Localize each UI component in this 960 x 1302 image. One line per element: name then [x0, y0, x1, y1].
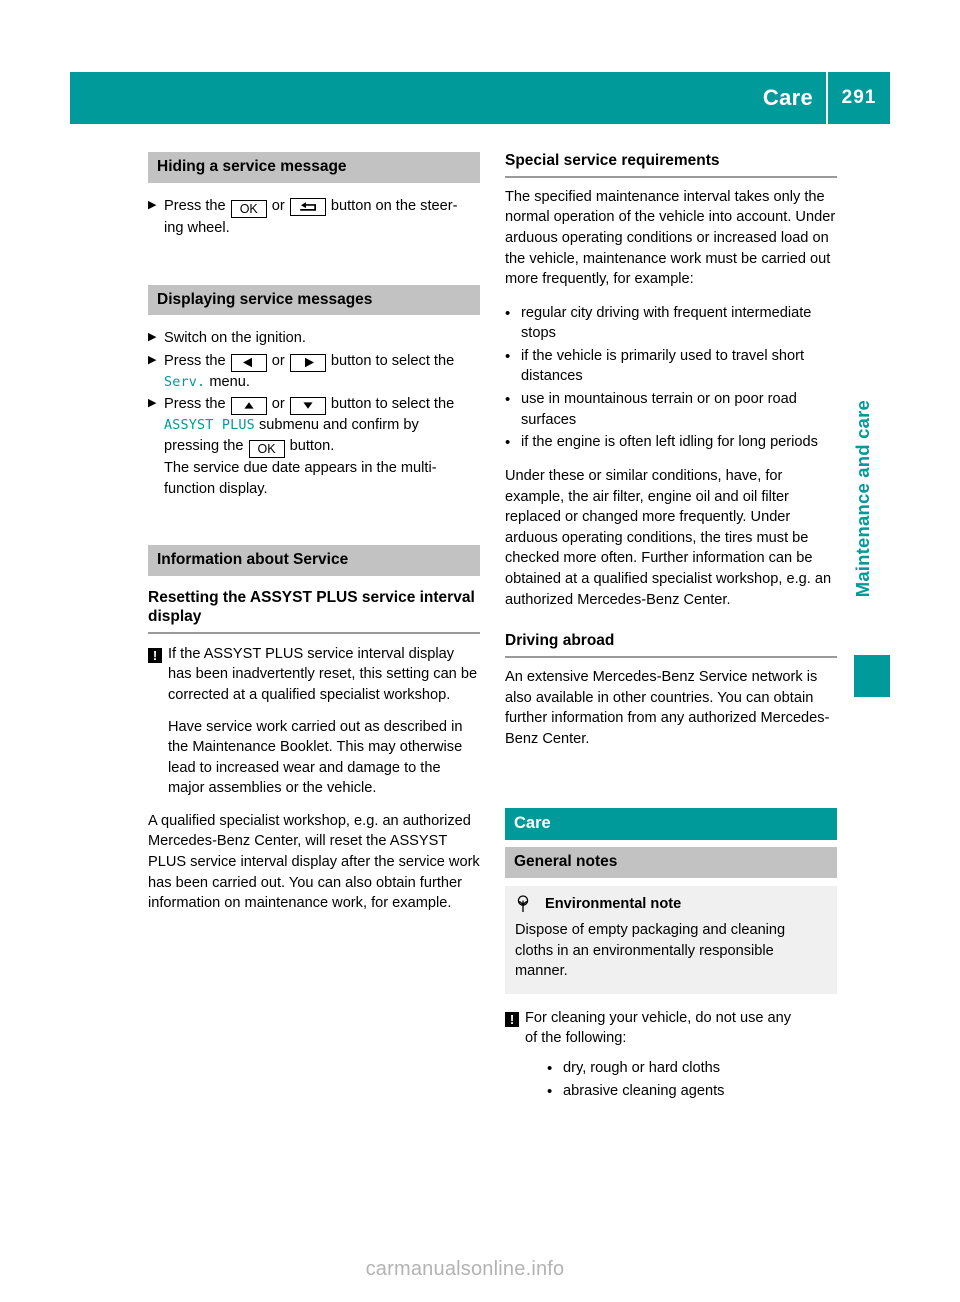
step-hide-service-message: ▶ Press the OK or button on the steer- i…: [148, 196, 480, 239]
step-select-serv-menu: ▶ Press the or button to select the Serv…: [148, 351, 480, 392]
heading-special-service-requirements: Special service requirements: [505, 152, 837, 178]
step-select-assyst-plus-submenu: ▶ Press the or button to select the ASSY…: [148, 394, 480, 499]
heading-care: Care: [505, 808, 837, 841]
side-tab-maintenance-and-care: Maintenance and care: [852, 400, 892, 602]
mfd-menu-serv: Serv.: [164, 374, 206, 390]
warning-body: For cleaning your vehicle, do not use an…: [525, 1008, 837, 1104]
environmental-note-header: Environmental note: [515, 895, 827, 913]
left-text-column: Hiding a service message ▶ Press the OK …: [148, 152, 480, 927]
list-item: • regular city driving with frequent int…: [505, 303, 837, 344]
arrow-left-icon: [230, 353, 267, 372]
warning-line-1: For cleaning your vehicle, do not use an…: [525, 1009, 792, 1026]
step-switch-on-ignition: ▶ Switch on the ignition.: [148, 328, 480, 349]
environmental-note-body: Dispose of empty packaging and cleaning …: [515, 922, 786, 980]
step-bullet-icon: ▶: [148, 354, 157, 366]
side-tab-color-swatch: [854, 655, 890, 697]
list-item: • use in mountainous terrain or on poor …: [505, 389, 837, 430]
right-text-column: Special service requirements The specifi…: [505, 152, 837, 1116]
paragraph-special-outro: Under these or similar conditions, have,…: [505, 468, 832, 608]
list-item-label: regular city driving with frequent inter…: [521, 304, 812, 342]
step-text-post2: ing wheel.: [164, 220, 230, 237]
step-text-pre: Press the: [164, 396, 226, 413]
heading-information-about-service: Information about Service: [148, 545, 480, 577]
list-cleaning-prohibited: • dry, rough or hard cloths • abrasive c…: [547, 1058, 837, 1102]
list-item: • dry, rough or hard cloths: [547, 1058, 837, 1079]
step-text-or: or: [271, 197, 285, 214]
page-header-bar: Care 291: [70, 72, 890, 124]
warning-line-2: of the following:: [525, 1030, 627, 1047]
warning-paragraph-1: If the ASSYST PLUS service interval disp…: [168, 645, 478, 704]
step-result-line1: The service due date appears in the mult…: [164, 460, 437, 477]
paragraph-special-intro: The specified maintenance interval takes…: [505, 188, 836, 288]
bullet-dot-icon: •: [505, 390, 511, 408]
step-text-pre: Press the: [164, 197, 226, 214]
paragraph-qualified-workshop: A qualified specialist workshop, e.g. an…: [148, 812, 480, 912]
step-bullet-icon: ▶: [148, 397, 157, 410]
list-item-label: if the engine is often left idling for l…: [521, 434, 818, 451]
step-text-post: button on the steer-: [330, 197, 458, 214]
warning-body: If the ASSYST PLUS service interval disp…: [168, 644, 480, 799]
side-tab-label: Maintenance and care: [852, 400, 873, 598]
back-arrow-icon: [289, 198, 326, 217]
bullet-dot-icon: •: [505, 347, 511, 365]
environmental-note-box: Environmental note Dispose of empty pack…: [505, 886, 837, 994]
step-text-tail: submenu and confirm by: [258, 417, 419, 434]
warning-exclamation-icon: !: [148, 644, 168, 799]
step-result-line2: function display.: [164, 480, 268, 497]
ok-key: OK: [248, 440, 285, 459]
arrow-down-icon: [289, 396, 326, 415]
step-text-tail2-post: button.: [289, 437, 335, 454]
list-item-label: dry, rough or hard cloths: [563, 1059, 721, 1076]
list-item-label: if the vehicle is primarily used to trav…: [521, 347, 805, 385]
heading-driving-abroad: Driving abroad: [505, 632, 837, 659]
step-text: Switch on the ignition.: [164, 330, 306, 347]
page-header-title: Care: [762, 85, 813, 110]
warning-note-assyst-reset: ! If the ASSYST PLUS service interval di…: [148, 644, 480, 799]
bullet-dot-icon: •: [547, 1059, 553, 1077]
heading-displaying-service-messages: Displaying service messages: [148, 284, 480, 316]
list-item: • if the engine is often left idling for…: [505, 432, 837, 453]
environmental-tree-icon: [515, 895, 545, 913]
step-text-or: or: [271, 396, 285, 413]
subheading-resetting-assyst-plus: Resetting the ASSYST PLUS service interv…: [148, 589, 480, 634]
list-special-conditions: • regular city driving with frequent int…: [505, 303, 837, 454]
list-item-label: abrasive cleaning agents: [563, 1083, 725, 1100]
bullet-dot-icon: •: [505, 434, 511, 452]
list-item: • abrasive cleaning agents: [547, 1081, 837, 1102]
mfd-submenu-assyst-plus: ASSYST PLUS: [164, 418, 255, 434]
warning-exclamation-icon: !: [505, 1008, 525, 1104]
step-text-pre: Press the: [164, 353, 226, 369]
step-bullet-icon: ▶: [148, 198, 157, 211]
ok-key: OK: [230, 200, 267, 219]
paragraph-driving-abroad: An extensive Mercedes-Benz Service netwo…: [505, 669, 830, 747]
arrow-up-icon: [230, 396, 267, 415]
bullet-dot-icon: •: [547, 1083, 553, 1101]
step-text: Press the OK or button on the steer- ing…: [164, 196, 480, 239]
heading-general-notes: General notes: [505, 847, 837, 879]
list-item: • if the vehicle is primarily used to tr…: [505, 346, 837, 387]
step-text-post: button to select the: [330, 396, 455, 413]
page-number: 291: [841, 87, 877, 108]
arrow-right-icon: [289, 353, 326, 372]
step-text-or: or: [271, 353, 285, 369]
step-text-post: button to select the: [330, 353, 455, 369]
warning-note-cleaning: ! For cleaning your vehicle, do not use …: [505, 1008, 837, 1104]
step-text: Press the or button to select the ASSYST…: [164, 394, 480, 499]
heading-hiding-a-service-message: Hiding a service message: [148, 152, 480, 183]
list-item-label: use in mountainous terrain or on poor ro…: [521, 390, 797, 428]
environmental-note-title: Environmental note: [545, 896, 682, 913]
step-bullet-icon: ▶: [148, 331, 157, 344]
warning-paragraph-2: Have service work carried out as describ…: [168, 718, 463, 797]
bullet-dot-icon: •: [505, 304, 511, 322]
step-text-tail2-pre: pressing the: [164, 437, 244, 454]
step-text-tail: menu.: [209, 373, 250, 390]
watermark: carmanualsonline.info: [365, 1258, 565, 1280]
step-text: Press the or button to select the Serv. …: [164, 351, 480, 392]
